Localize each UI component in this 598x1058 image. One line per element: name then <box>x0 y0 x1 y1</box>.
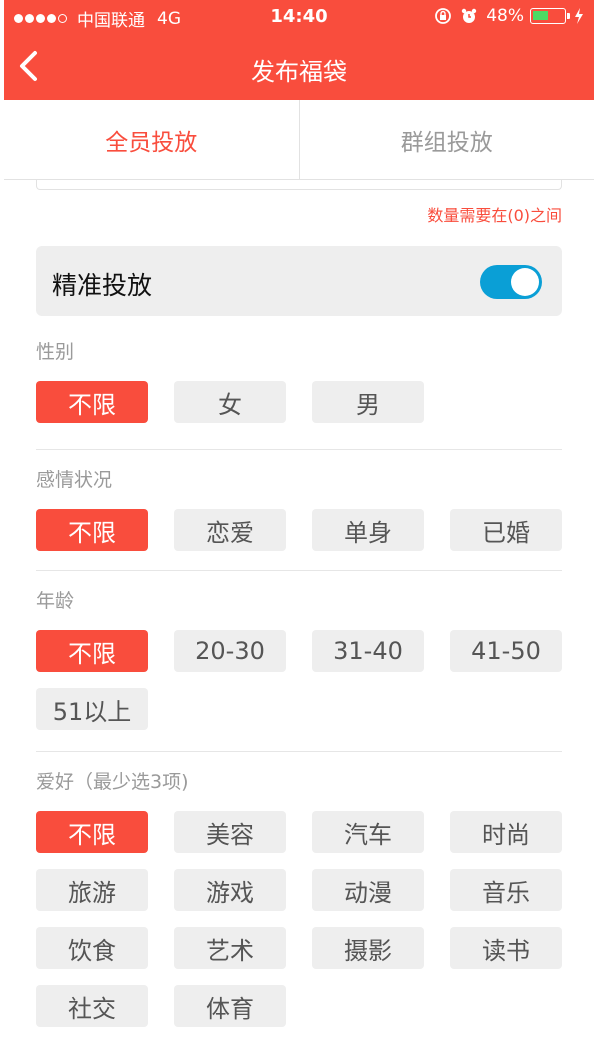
app-header: 中国联通 4G 14:40 48% 发布福袋 <box>4 0 594 100</box>
charging-bolt-icon <box>575 8 583 24</box>
hobby-option-art[interactable]: 艺术 <box>174 927 286 969</box>
hobby-option-photography[interactable]: 摄影 <box>312 927 424 969</box>
age-option-51-plus[interactable]: 51以上 <box>36 688 148 730</box>
gender-option-female[interactable]: 女 <box>174 381 286 423</box>
age-title: 年龄 <box>36 590 75 612</box>
hobby-option-cars[interactable]: 汽车 <box>312 811 424 853</box>
quantity-hint: 数量需要在(0)之间 <box>427 206 562 225</box>
status-bar: 中国联通 4G 14:40 48% <box>4 0 594 34</box>
precise-targeting-toggle[interactable] <box>480 265 542 299</box>
age-option-20-30[interactable]: 20-30 <box>174 630 286 672</box>
hobby-option-anime[interactable]: 动漫 <box>312 869 424 911</box>
hobby-option-social[interactable]: 社交 <box>36 985 148 1027</box>
form-content: 数量需要在(0)之间 精准投放 性别 不限 女 男 感情状况 不限 恋爱 单身 … <box>4 160 594 1052</box>
age-option-41-50[interactable]: 41-50 <box>450 630 562 672</box>
section-divider <box>36 449 562 450</box>
precise-targeting-label: 精准投放 <box>52 271 153 300</box>
tab-group[interactable]: 群组投放 <box>300 100 595 179</box>
gender-section: 性别 <box>36 338 562 366</box>
hobby-option-reading[interactable]: 读书 <box>450 927 562 969</box>
hobby-option-sports[interactable]: 体育 <box>174 985 286 1027</box>
section-divider <box>36 570 562 571</box>
battery-level <box>533 11 548 20</box>
hobby-option-music[interactable]: 音乐 <box>450 869 562 911</box>
hobby-option-unlimited[interactable]: 不限 <box>36 811 148 853</box>
hobby-option-travel[interactable]: 旅游 <box>36 869 148 911</box>
precise-targeting-row: 精准投放 <box>36 246 562 316</box>
hobbies-section: 爱好（最少选3项) <box>36 768 562 796</box>
hobbies-title: 爱好（最少选3项) <box>36 771 189 793</box>
relationship-option-dating[interactable]: 恋爱 <box>174 509 286 551</box>
navigation-bar: 发布福袋 <box>4 34 594 100</box>
distribution-tabs: 全员投放 群组投放 <box>4 100 594 180</box>
relationship-option-unlimited[interactable]: 不限 <box>36 509 148 551</box>
orientation-lock-icon <box>435 8 452 24</box>
gender-option-unlimited[interactable]: 不限 <box>36 381 148 423</box>
age-section: 年龄 <box>36 587 562 615</box>
relationship-section: 感情状况 <box>36 466 562 494</box>
tab-all-members[interactable]: 全员投放 <box>4 100 299 179</box>
relationship-option-married[interactable]: 已婚 <box>450 509 562 551</box>
gender-title: 性别 <box>36 341 75 363</box>
section-divider <box>36 751 562 752</box>
hobby-option-beauty[interactable]: 美容 <box>174 811 286 853</box>
age-option-31-40[interactable]: 31-40 <box>312 630 424 672</box>
gender-option-male[interactable]: 男 <box>312 381 424 423</box>
page-title: 发布福袋 <box>251 58 347 86</box>
age-option-unlimited[interactable]: 不限 <box>36 630 148 672</box>
relationship-title: 感情状况 <box>36 469 113 491</box>
hobby-option-fashion[interactable]: 时尚 <box>450 811 562 853</box>
battery-percent: 48% <box>486 6 524 26</box>
phone-screen: 中国联通 4G 14:40 48% 发布福袋 全员投放 群组投放 数量需要在(0… <box>4 0 594 1052</box>
alarm-icon <box>462 8 477 23</box>
toggle-knob <box>511 268 539 296</box>
relationship-option-single[interactable]: 单身 <box>312 509 424 551</box>
battery-icon <box>530 8 566 24</box>
hobby-option-games[interactable]: 游戏 <box>174 869 286 911</box>
hobby-option-food[interactable]: 饮食 <box>36 927 148 969</box>
